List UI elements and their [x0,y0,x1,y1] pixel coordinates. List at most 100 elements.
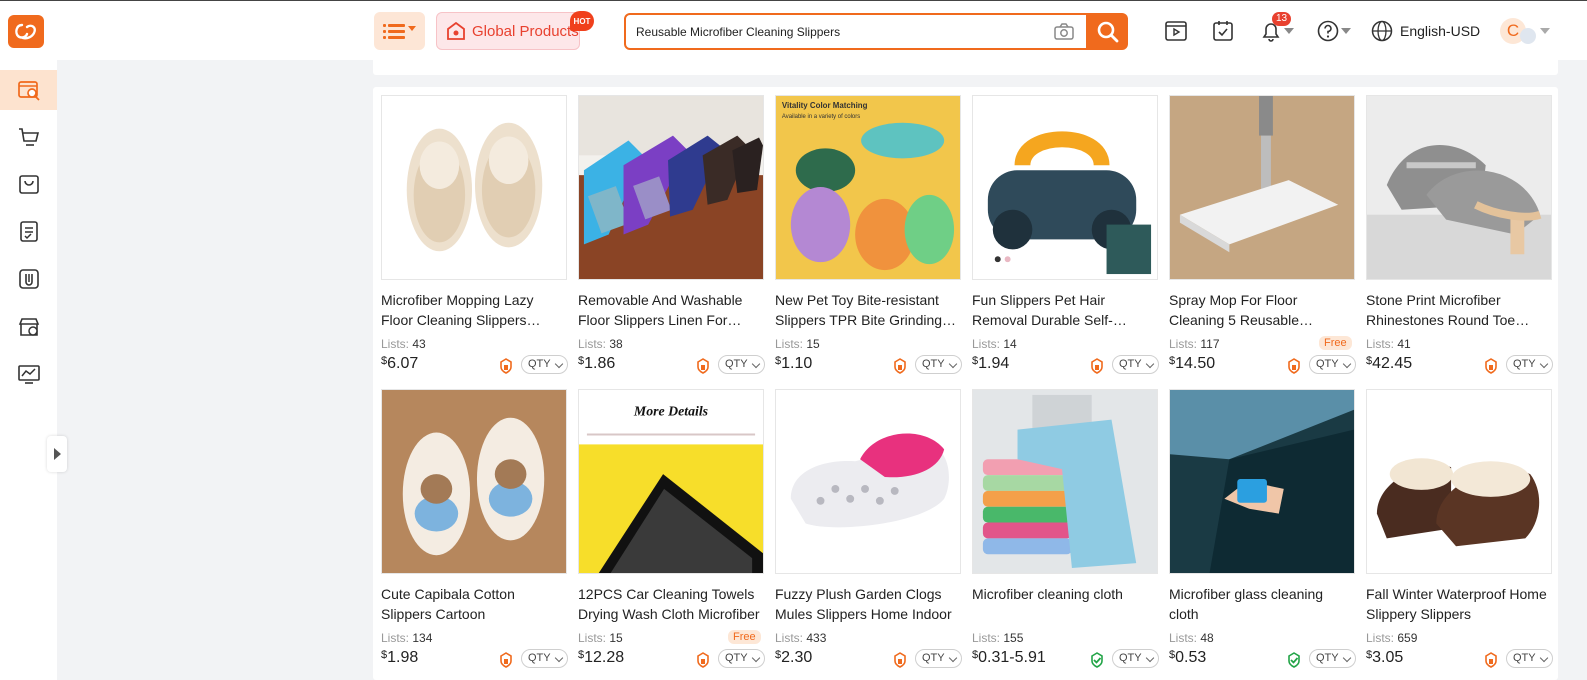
product-image[interactable] [1169,389,1355,574]
product-image[interactable] [1169,95,1355,280]
product-image[interactable] [972,95,1158,280]
quantity-dropdown[interactable]: QTY [915,649,962,668]
shield-icon [894,358,906,374]
bag-icon [18,175,39,194]
quantity-dropdown[interactable]: QTY [521,649,568,668]
quantity-dropdown[interactable]: QTY [1506,355,1553,374]
quantity-dropdown[interactable]: QTY [1309,355,1356,374]
product-card[interactable]: Cute Capibala Cotton Slippers Cartoon Li… [381,389,568,669]
quantity-dropdown[interactable]: QTY [1112,355,1159,374]
product-image[interactable]: More Details [578,389,764,574]
product-price: $2.30 [775,649,813,666]
logo-icon[interactable] [8,15,44,48]
search-input[interactable] [636,15,1036,48]
product-price: $0.53 [1169,649,1207,666]
analytics-icon [17,365,40,384]
category-menu-button[interactable] [374,12,425,50]
product-title[interactable]: 12PCS Car Cleaning Towels Drying Wash Cl… [578,584,764,624]
product-image[interactable] [1366,389,1552,574]
product-title[interactable]: Stone Print Microfiber Rhinestones Round… [1366,290,1552,330]
product-card[interactable]: Microfiber glass cleaning cloth Lists: 4… [1169,389,1356,669]
sidebar-item-product-search[interactable] [0,70,57,110]
notification-badge: 13 [1272,12,1292,26]
product-image[interactable] [381,95,567,280]
shield-icon [1485,652,1497,668]
product-image[interactable] [775,389,961,574]
product-grid: Microfiber Mopping Lazy Floor Cleaning S… [373,87,1558,680]
product-card[interactable]: Stone Print Microfiber Rhinestones Round… [1366,95,1553,375]
product-title[interactable]: Fuzzy Plush Garden Clogs Mules Slippers … [775,584,961,624]
sidebar-expand-button[interactable] [47,436,67,472]
global-products-label: Global Products [472,22,579,40]
sidebar-item-analytics[interactable] [0,354,57,394]
product-card[interactable]: More Details 12PCS Car Cleaning Towels D… [578,389,765,669]
camera-icon[interactable] [1054,23,1074,40]
product-title[interactable]: Spray Mop For Floor Cleaning 5 Reusable … [1169,290,1355,330]
image-caption: Vitality Color Matching [782,101,868,110]
quantity-dropdown[interactable]: QTY [521,355,568,374]
quantity-dropdown[interactable]: QTY [718,355,765,374]
cart-icon [18,128,39,146]
product-price: $14.50 [1169,355,1216,372]
product-image[interactable]: Vitality Color Matching Available in a v… [775,95,961,280]
image-caption: Available in a variety of colors [782,114,860,120]
product-card[interactable]: Fuzzy Plush Garden Clogs Mules Slippers … [775,389,962,669]
task-check-icon[interactable] [1211,19,1235,43]
search-icon [1097,21,1118,42]
search-button[interactable] [1087,13,1128,50]
lists-count: Lists: 48 [1169,631,1214,645]
product-image[interactable] [578,95,764,280]
lists-count: Lists: 117 [1169,337,1220,351]
lists-count: Lists: 43 [381,337,426,351]
help-icon[interactable] [1316,19,1340,43]
orders-icon [19,221,38,242]
lists-count: Lists: 15 [578,631,623,645]
list-icon [383,24,405,39]
shield-icon [1288,358,1300,374]
global-products-button[interactable]: Global Products [436,12,580,50]
product-card[interactable]: Removable And Washable Floor Slippers Li… [578,95,765,375]
quantity-dropdown[interactable]: QTY [1309,649,1356,668]
quantity-dropdown[interactable]: QTY [1506,649,1553,668]
product-title[interactable]: New Pet Toy Bite-resistant Slippers TPR … [775,290,961,330]
product-card[interactable]: Vitality Color Matching Available in a v… [775,95,962,375]
product-title[interactable]: Removable And Washable Floor Slippers Li… [578,290,764,330]
shield-icon [697,358,709,374]
sidebar-item-attachments[interactable] [0,259,57,299]
chevron-down-icon [1540,28,1550,34]
video-icon[interactable] [1164,19,1188,43]
quantity-dropdown[interactable]: QTY [1112,649,1159,668]
sidebar-item-bag[interactable] [0,164,57,204]
image-caption: More Details [633,404,708,419]
product-image[interactable] [381,389,567,574]
product-title[interactable]: Microfiber Mopping Lazy Floor Cleaning S… [381,290,567,330]
chevron-down-icon [1284,28,1294,34]
sidebar-item-store[interactable] [0,307,57,347]
chevron-down-icon [408,25,416,31]
product-card[interactable]: Microfiber cleaning cloth Lists: 155 $0.… [972,389,1159,669]
product-title[interactable]: Microfiber cleaning cloth [972,584,1158,604]
quantity-dropdown[interactable]: QTY [915,355,962,374]
product-title[interactable]: Fun Slippers Pet Hair Removal Durable Se… [972,290,1158,330]
product-card[interactable]: Microfiber Mopping Lazy Floor Cleaning S… [381,95,568,375]
sidebar-item-orders[interactable] [0,211,57,251]
search-box [624,13,1088,50]
lists-count: Lists: 15 [775,337,820,351]
shield-icon [500,358,512,374]
shield-icon [500,652,512,668]
quantity-dropdown[interactable]: QTY [718,649,765,668]
clip-icon [18,269,39,289]
free-shipping-badge: Free [1319,336,1352,350]
product-card[interactable]: Spray Mop For Floor Cleaning 5 Reusable … [1169,95,1356,375]
sidebar-item-cart[interactable] [0,117,57,157]
product-title[interactable]: Microfiber glass cleaning cloth [1169,584,1355,624]
product-card[interactable]: Fall Winter Waterproof Home Slippery Sli… [1366,389,1553,669]
product-title[interactable]: Cute Capibala Cotton Slippers Cartoon [381,584,567,624]
product-title[interactable]: Fall Winter Waterproof Home Slippery Sli… [1366,584,1552,624]
product-image[interactable] [1366,95,1552,280]
product-card[interactable]: Fun Slippers Pet Hair Removal Durable Se… [972,95,1159,375]
shield-icon [894,652,906,668]
language-selector[interactable]: English-USD [1400,23,1480,39]
product-image[interactable] [972,389,1158,574]
globe-icon[interactable] [1370,19,1394,43]
